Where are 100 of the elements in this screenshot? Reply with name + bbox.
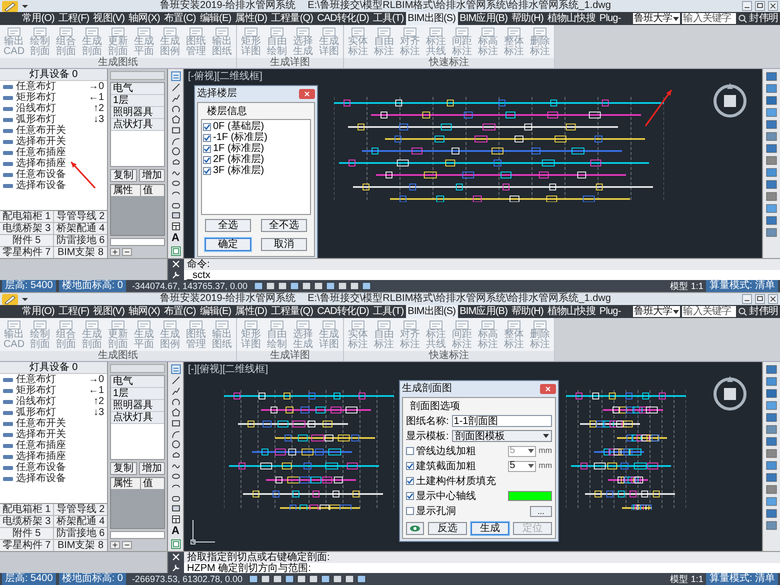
view-compass-icon[interactable] <box>712 376 748 412</box>
menu-tab[interactable]: 工程量(Q) <box>269 305 316 318</box>
curve-tool-icon[interactable] <box>170 430 180 438</box>
menu-tab[interactable]: 常用(O) <box>20 305 56 318</box>
tree-item[interactable]: 1层 <box>111 95 164 107</box>
text-tool-button[interactable]: A <box>172 526 180 537</box>
category-button[interactable]: 附件 5 <box>0 235 53 246</box>
hatch-tool-icon[interactable] <box>170 504 180 513</box>
floor-checkbox[interactable]: 0F (基础层) <box>203 121 309 132</box>
menu-tab[interactable]: CAD转化(D) <box>315 305 371 318</box>
category-button[interactable]: 电缆桥架 3 <box>0 223 53 234</box>
tool-list-item[interactable]: 选择布开关 <box>0 429 107 440</box>
panel-button[interactable]: 增加 <box>138 169 165 182</box>
view-label[interactable]: [-俯视][二维线框] <box>188 71 262 82</box>
menu-tab[interactable]: 工程(F) <box>56 12 92 25</box>
category-button[interactable]: 零星构件 7 <box>0 247 53 258</box>
polygon-tool-icon[interactable] <box>170 408 180 418</box>
category-button[interactable]: 导管导线 2 <box>54 504 107 515</box>
hatch-tool-icon[interactable] <box>170 211 180 220</box>
panel-button[interactable]: 复制 <box>110 169 136 182</box>
model-tab[interactable]: 模型 <box>670 280 688 292</box>
menu-tab[interactable]: Plug- <box>597 12 623 25</box>
dropdown-field[interactable] <box>110 531 165 539</box>
tool-list-item[interactable]: 弧形布灯 ↓3 <box>0 114 107 125</box>
menu-tab[interactable]: BIM出图(S) <box>406 305 458 318</box>
menu-tab[interactable]: 工程(F) <box>56 305 92 318</box>
menu-tab[interactable]: BIM应用(B) <box>458 12 510 25</box>
tool-list-item[interactable]: 矩形布灯 ←1 <box>0 385 107 396</box>
floor-checkbox[interactable]: 3F (标准层) <box>203 165 309 176</box>
polygon-tool-icon[interactable] <box>170 115 180 124</box>
menu-tab[interactable]: 属性(D) <box>233 12 270 25</box>
menu-tab[interactable]: BIM应用(B) <box>458 305 510 318</box>
category-button[interactable]: BIM支架 8 <box>54 540 107 551</box>
dropdown[interactable]: 鲁班大学 <box>632 13 680 24</box>
dialog-button[interactable]: 生成 <box>470 522 510 535</box>
tree-item[interactable]: 点状灯具 <box>111 119 164 131</box>
text-tool-button[interactable]: A <box>172 232 180 244</box>
tool-list-item[interactable]: 选择布设备 <box>0 180 107 191</box>
cloud-tool-icon[interactable] <box>170 158 180 167</box>
calc-mode[interactable]: 算量模式: 清单 <box>706 573 778 585</box>
floor-checkbox[interactable]: 1F (标准层) <box>203 143 309 154</box>
ellipse-tool-icon[interactable] <box>170 472 180 481</box>
block-tool-icon[interactable] <box>170 494 180 502</box>
tool-list-item[interactable]: 任意布插座 <box>0 147 107 158</box>
menu-tab[interactable]: 轴网(X) <box>126 12 162 25</box>
category-button[interactable]: 零星构件 7 <box>0 540 53 551</box>
spline-tool-icon[interactable] <box>170 462 180 470</box>
view-label[interactable]: [-][俯视][二维线框] <box>188 364 268 375</box>
tool-list-item[interactable]: 选择布插座 <box>0 158 107 169</box>
dropdown-field[interactable] <box>110 238 165 246</box>
restore-icon[interactable] <box>755 294 765 304</box>
category-button[interactable]: 电缆桥架 3 <box>0 516 53 527</box>
category-button[interactable]: 附件 5 <box>0 528 53 539</box>
curve-tool-icon[interactable] <box>170 136 180 146</box>
minus-icon[interactable] <box>122 541 132 549</box>
menu-tab[interactable]: 布置(C) <box>162 12 198 25</box>
line-tool-icon[interactable] <box>170 83 180 92</box>
tool-list-item[interactable]: 任意布开关 <box>0 418 107 429</box>
user-name[interactable]: 封伟明 <box>749 12 778 25</box>
filter-field[interactable] <box>110 364 165 373</box>
dialog-button[interactable]: 取消 <box>261 238 307 251</box>
close-icon[interactable] <box>768 294 778 304</box>
search-icon[interactable] <box>738 14 748 23</box>
panel-button[interactable]: 增加 <box>138 462 165 475</box>
category-button[interactable]: 桥架配通 4 <box>54 516 107 527</box>
tool-list-item[interactable]: 任意布开关 <box>0 125 107 136</box>
tool-list-item[interactable]: 选择布设备 <box>0 473 107 484</box>
plus-icon[interactable] <box>110 248 120 256</box>
tool-list-item[interactable]: 任意布插座 <box>0 440 107 451</box>
menu-tab[interactable]: 帮助(H) <box>510 305 546 318</box>
minimize-icon[interactable] <box>742 1 752 11</box>
panel-button[interactable]: 复制 <box>110 462 136 475</box>
cloud-tool-icon[interactable] <box>170 450 180 460</box>
color-swatch[interactable] <box>508 491 552 501</box>
ellipse-tool-icon[interactable] <box>170 179 180 188</box>
menu-tab[interactable]: 属性(D) <box>233 305 270 318</box>
floor-checkbox[interactable]: -1F (标准层) <box>203 132 309 143</box>
browse-button[interactable]: ... <box>530 506 552 516</box>
category-button[interactable]: 配电箱柜 1 <box>0 504 53 515</box>
menu-tab[interactable]: 轴网(X) <box>126 305 162 318</box>
search-icon[interactable] <box>738 307 748 316</box>
filter-field[interactable] <box>110 71 165 80</box>
tool-list-item[interactable]: 任意布灯 →0 <box>0 81 107 92</box>
dialog-button[interactable]: 全不选 <box>261 219 307 232</box>
menu-tab[interactable]: 视图(V) <box>91 305 127 318</box>
tool-list-item[interactable]: 任意布灯 →0 <box>0 374 107 385</box>
dropdown[interactable]: 鲁班大学 <box>632 306 680 317</box>
line-tool-icon[interactable] <box>170 376 180 386</box>
tree-item[interactable]: 照明器具 <box>111 400 164 412</box>
option-checkbox[interactable]: 显示孔洞 <box>406 506 456 516</box>
tool-list-item[interactable]: 沿线布灯 ↑2 <box>0 396 107 407</box>
menu-tab[interactable]: 布置(C) <box>162 305 198 318</box>
size-dropdown[interactable]: 5 <box>508 460 536 472</box>
menu-tab[interactable]: BIM出图(S) <box>406 12 458 25</box>
tool-list-item[interactable]: 沿线布灯 ↑2 <box>0 103 107 114</box>
arc-tool-icon[interactable] <box>170 104 180 114</box>
template-dropdown[interactable]: 剖面图模板 <box>452 430 552 442</box>
category-button[interactable]: 配电箱柜 1 <box>0 211 53 222</box>
category-button[interactable]: 防雷接地 6 <box>54 528 107 539</box>
model-tab[interactable]: 模型 <box>670 573 688 585</box>
